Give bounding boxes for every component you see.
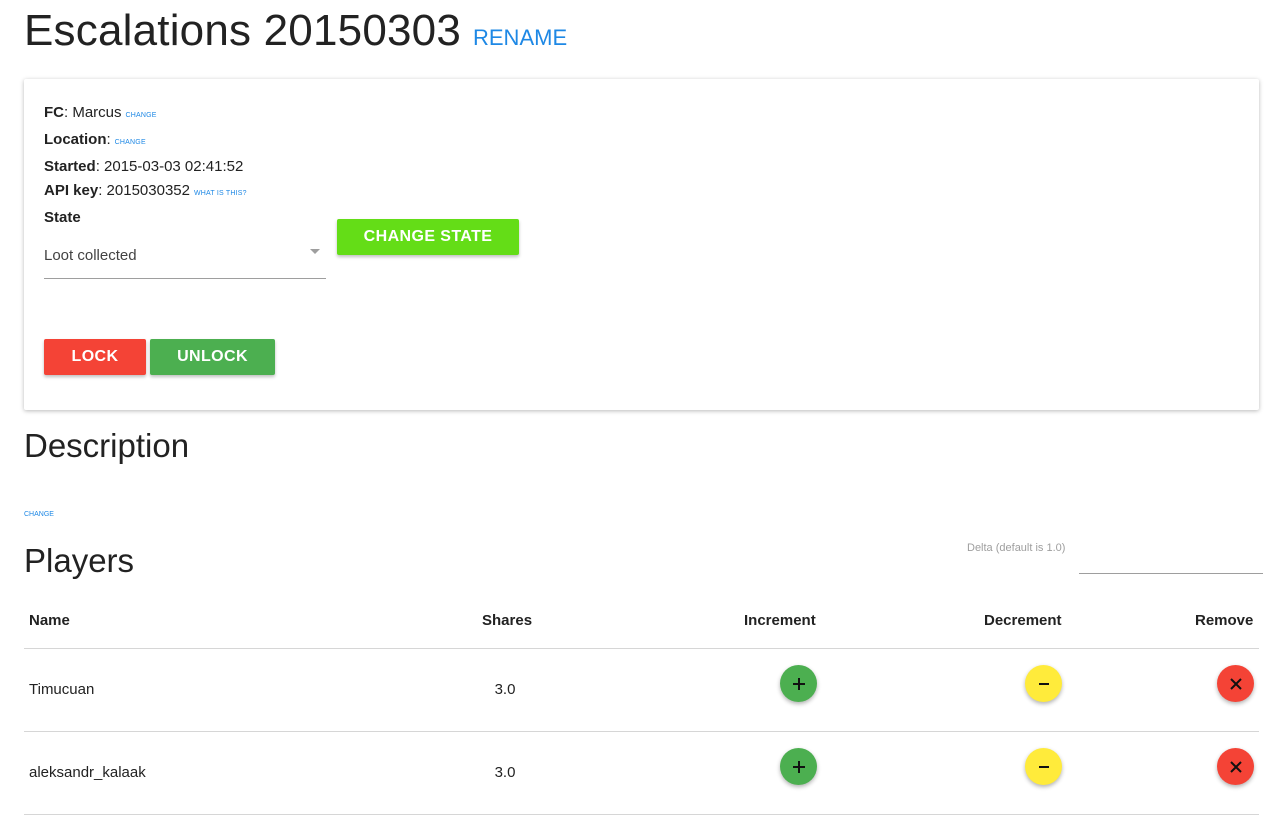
decrement-button[interactable]: [1025, 748, 1062, 785]
players-title: Players: [24, 542, 135, 579]
delta-label: Delta (default is 1.0): [967, 542, 1066, 554]
location-change-link[interactable]: CHANGE: [115, 139, 146, 146]
location-line: Location: CHANGE: [44, 131, 146, 148]
change-state-button[interactable]: CHANGE STATE: [337, 219, 519, 255]
column-decrement: Decrement: [984, 612, 1062, 629]
state-select[interactable]: Loot collected: [44, 237, 326, 279]
fc-change-link[interactable]: CHANGE: [126, 112, 157, 119]
player-name: Timucuan: [29, 681, 95, 698]
lock-button[interactable]: LOCK: [44, 339, 146, 375]
api-key-label: API key: [44, 182, 99, 199]
minus-icon: [1038, 682, 1049, 685]
plus-icon: [792, 677, 805, 690]
increment-button[interactable]: [780, 748, 817, 785]
rename-link[interactable]: RENAME: [473, 25, 567, 51]
plus-icon: [792, 760, 805, 773]
api-key-help-link[interactable]: WHAT IS THIS?: [194, 190, 247, 197]
description-change-link[interactable]: CHANGE: [24, 511, 54, 518]
state-select-value: Loot collected: [44, 247, 137, 264]
table-header: Name Shares Increment Decrement Remove: [24, 600, 1259, 649]
column-shares: Shares: [482, 612, 533, 629]
delta-input[interactable]: [1079, 548, 1263, 574]
remove-button[interactable]: [1217, 748, 1254, 785]
column-remove: Remove: [1195, 612, 1254, 629]
escalation-card: FC: Marcus CHANGE Location: CHANGE Started…: [24, 79, 1259, 410]
caret-down-icon: [310, 249, 320, 254]
close-icon: [1229, 677, 1242, 690]
table-row: Timucuan 3.0: [24, 649, 1259, 732]
location-label: Location: [44, 131, 107, 148]
description-title: Description: [24, 427, 190, 464]
player-name: aleksandr_kalaak: [29, 764, 146, 781]
state-label: State: [44, 209, 81, 226]
players-table: Name Shares Increment Decrement Remove T…: [24, 600, 1259, 815]
page-title: Escalations 20150303: [24, 6, 461, 55]
api-key-line: API key: 2015030352 WHAT IS THIS?: [44, 182, 247, 199]
unlock-button[interactable]: UNLOCK: [150, 339, 275, 375]
player-shares: 3.0: [494, 764, 516, 781]
table-row: aleksandr_kalaak 3.0: [24, 732, 1259, 815]
fc-value: Marcus: [72, 104, 122, 121]
column-name: Name: [29, 612, 70, 629]
close-icon: [1229, 760, 1242, 773]
remove-button[interactable]: [1217, 665, 1254, 702]
fc-line: FC: Marcus CHANGE: [44, 104, 157, 121]
api-key-value: 2015030352: [106, 182, 190, 199]
started-label: Started: [44, 158, 96, 175]
player-shares: 3.0: [494, 681, 516, 698]
info-block: FC: Marcus CHANGE Location: CHANGE Started…: [44, 101, 247, 230]
increment-button[interactable]: [780, 665, 817, 702]
header: Escalations 20150303 RENAME: [24, 6, 567, 56]
started-value: 2015-03-03 02:41:52: [104, 158, 244, 175]
decrement-button[interactable]: [1025, 665, 1062, 702]
started-line: Started: 2015-03-03 02:41:52: [44, 158, 244, 175]
column-increment: Increment: [744, 612, 816, 629]
fc-label: FC: [44, 104, 64, 121]
state-line: State: [44, 206, 247, 230]
minus-icon: [1038, 765, 1049, 768]
